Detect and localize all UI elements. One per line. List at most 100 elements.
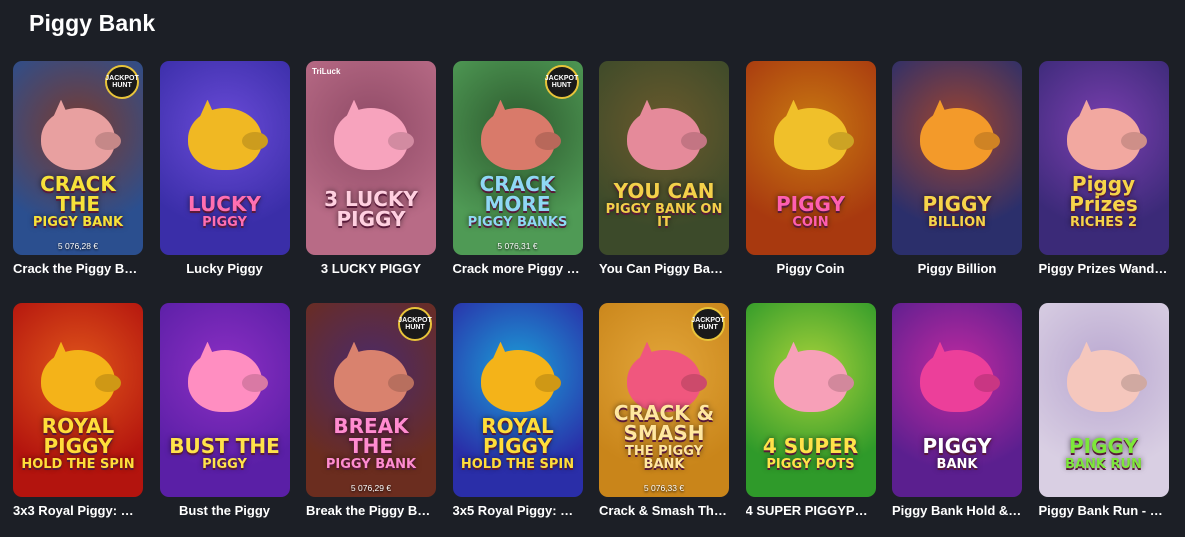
game-title[interactable]: You Can Piggy Bank On It (599, 261, 729, 279)
game-logo-line1: CRACK MORE (479, 172, 556, 216)
game-title[interactable]: Piggy Billion (892, 261, 1022, 279)
game-thumbnail[interactable]: ROYAL PIGGY HOLD THE SPIN (13, 303, 143, 497)
game-logo-line2: PIGGY BANK (32, 215, 124, 230)
game-thumbnail[interactable]: PIGGY BILLION (892, 61, 1022, 255)
piggy-bank-icon (187, 349, 262, 412)
game-thumbnail[interactable]: Piggy Prizes RICHES 2 (1038, 61, 1169, 255)
game-logo: YOU CAN PIGGY BANK ON IT (603, 181, 725, 229)
section-title: Piggy Bank (29, 10, 156, 36)
game-card[interactable]: ROYAL PIGGY HOLD THE SPIN 3x3 Royal Piggy:… (13, 303, 143, 521)
game-card[interactable]: Piggy PrizesRICHES 2 Piggy Prizes Wand of… (1038, 61, 1169, 279)
game-title[interactable]: 4 SUPER PIGGYPOTS (746, 503, 876, 521)
game-thumbnail[interactable]: LUCKY PIGGY (159, 61, 290, 255)
game-logo-line2: PIGGY BANKS (467, 215, 568, 230)
game-card[interactable]: 3 LUCKY PIGGY TriLuck 3 LUCKY PIGGY (306, 61, 436, 279)
game-grid: CRACK THE PIGGY BANK JACKPOT HUNT 5 076,28 … (13, 61, 1169, 521)
game-card[interactable]: LUCKY PIGGY Lucky Piggy (159, 61, 290, 279)
game-logo-line2: BILLION (927, 215, 987, 230)
game-thumbnail[interactable]: BREAK THE PIGGY BANK JACKPOT HUNT 5 076,29 … (306, 303, 436, 497)
game-title[interactable]: Crack the Piggy Bank (13, 261, 143, 279)
piggy-bank-icon (41, 349, 115, 412)
game-card[interactable]: BREAK THE PIGGY BANK JACKPOT HUNT 5 076,29 … (306, 303, 436, 521)
game-logo-line1: LUCKY (188, 192, 261, 216)
game-card[interactable]: PIGGY BANK Piggy Bank Hold & Win (892, 303, 1022, 521)
game-thumbnail[interactable]: ROYAL PIGGY HOLD THE SPIN (452, 303, 583, 497)
game-thumbnail[interactable]: CRACK THE PIGGY BANK JACKPOT HUNT 5 076,28 … (13, 61, 143, 255)
game-card[interactable]: 4 SUPER PIGGY POTS 4 SUPER PIGGYPOTS (745, 303, 876, 521)
piggy-bank-icon (334, 107, 408, 170)
game-logo-line1: ROYAL PIGGY (41, 414, 115, 458)
game-logo: ROYAL PIGGY HOLD THE SPIN (17, 416, 139, 471)
game-thumbnail[interactable]: 4 SUPER PIGGY POTS (745, 303, 876, 497)
provider-logo: TriLuck (312, 67, 341, 76)
game-logo-line1: 4 SUPER (762, 434, 859, 458)
game-thumbnail[interactable]: YOU CAN PIGGY BANK ON IT (599, 61, 729, 255)
game-title[interactable]: 3 LUCKY PIGGY (306, 261, 436, 279)
game-logo-line2: HOLD THE SPIN (21, 457, 135, 472)
game-card[interactable]: PIGGY BILLION Piggy Billion (892, 61, 1022, 279)
jackpot-amount: 5 076,28 € (57, 241, 99, 251)
piggy-bank-icon (41, 107, 115, 170)
jackpot-amount: 5 076,33 € (643, 483, 685, 493)
game-logo: LUCKY PIGGY (164, 194, 286, 229)
game-logo-line2: PIGGY BANK ON IT (605, 202, 723, 230)
game-card[interactable]: ROYAL PIGGY HOLD THE SPIN 3x5 Royal Piggy:… (452, 303, 583, 521)
game-title[interactable]: 3x5 Royal Piggy: Hold the Spin (453, 503, 583, 521)
game-card[interactable]: YOU CAN PIGGY BANK ON IT You Can Piggy Ban… (599, 61, 729, 279)
jackpot-amount: 5 076,29 € (350, 483, 392, 493)
piggy-bank-icon (1066, 107, 1141, 170)
game-title[interactable]: Crack & Smash The Piggy Bank (599, 503, 729, 521)
piggy-bank-icon (920, 349, 994, 412)
game-logo: PIGGY BANK (896, 436, 1018, 471)
game-logo: PIGGY BANK RUN (1043, 436, 1165, 471)
game-thumbnail[interactable]: BUST THE PIGGY (159, 303, 290, 497)
game-card[interactable]: CRACK & SMASH THE PIGGY BANK JACKPOT HUNT 5… (599, 303, 729, 521)
jackpot-hunt-badge: JACKPOT HUNT (544, 65, 579, 99)
piggy-bank-icon (627, 107, 701, 170)
game-title[interactable]: Bust the Piggy (160, 503, 290, 521)
game-logo: ROYAL PIGGY HOLD THE SPIN (457, 416, 579, 471)
game-logo-line2: PIGGY (202, 215, 247, 230)
game-title[interactable]: Lucky Piggy (160, 261, 290, 279)
game-logo: BREAK THE PIGGY BANK (310, 416, 432, 471)
game-title[interactable]: Piggy Bank Hold & Win (892, 503, 1022, 521)
game-title[interactable]: Piggy Prizes Wand of Riches 2 (1039, 261, 1169, 279)
game-title[interactable]: Piggy Bank Run - Shriek Streak (1039, 503, 1169, 521)
game-title[interactable]: Piggy Coin (746, 261, 876, 279)
game-logo: CRACK THE PIGGY BANK (17, 174, 139, 229)
game-card[interactable]: BUST THE PIGGY Bust the Piggy (159, 303, 290, 521)
game-logo: PIGGY COIN (750, 194, 872, 229)
game-logo-line2: RICHES 2 (1069, 215, 1138, 230)
game-logo: CRACK MORE PIGGY BANKS (457, 174, 579, 229)
game-thumbnail[interactable]: 3 LUCKY PIGGY TriLuck (306, 61, 436, 255)
piggy-bank-icon (920, 107, 994, 170)
game-logo: 3 LUCKY PIGGY (310, 189, 432, 229)
game-thumbnail[interactable]: PIGGY BANK RUN (1038, 303, 1169, 497)
piggy-bank-icon (334, 349, 408, 412)
game-title[interactable]: Break the Piggy Bank (306, 503, 436, 521)
game-thumbnail[interactable]: CRACK MORE PIGGY BANKS JACKPOT HUNT 5 076,3… (452, 61, 583, 255)
game-logo-line2: PIGGY BANK (325, 457, 417, 472)
game-logo-line1: 3 LUCKY PIGGY (324, 187, 418, 231)
game-logo-line1: CRACK THE (40, 172, 116, 216)
game-logo-line1: YOU CAN (613, 179, 715, 203)
game-logo-line2: THE PIGGY BANK (625, 444, 703, 472)
game-title[interactable]: 3x3 Royal Piggy: Hold the Spin (13, 503, 143, 521)
piggy-bank-icon (1066, 349, 1141, 412)
game-card[interactable]: PIGGYBANK RUN Piggy Bank Run - Shriek Str… (1038, 303, 1169, 521)
game-thumbnail[interactable]: PIGGY BANK (892, 303, 1022, 497)
game-card[interactable]: CRACK MORE PIGGY BANKS JACKPOT HUNT 5 076,3… (452, 61, 583, 279)
game-thumbnail[interactable]: CRACK & SMASH THE PIGGY BANK JACKPOT HUNT 5… (599, 303, 729, 497)
jackpot-hunt-badge: JACKPOT HUNT (691, 307, 725, 341)
piggy-bank-icon (773, 349, 848, 412)
piggy-bank-icon (773, 107, 848, 170)
game-title[interactable]: Crack more Piggy Banks (453, 261, 583, 279)
game-card[interactable]: CRACK THE PIGGY BANK JACKPOT HUNT 5 076,28 … (13, 61, 143, 279)
game-logo: 4 SUPER PIGGY POTS (750, 436, 872, 471)
game-logo-line1: PIGGY (776, 192, 845, 216)
game-logo-line2: BANK RUN (1065, 457, 1142, 472)
game-card[interactable]: PIGGY COIN Piggy Coin (745, 61, 876, 279)
game-thumbnail[interactable]: PIGGY COIN (745, 61, 876, 255)
jackpot-amount: 5 076,31 € (497, 241, 538, 251)
game-logo-line1: BUST THE (169, 434, 280, 458)
